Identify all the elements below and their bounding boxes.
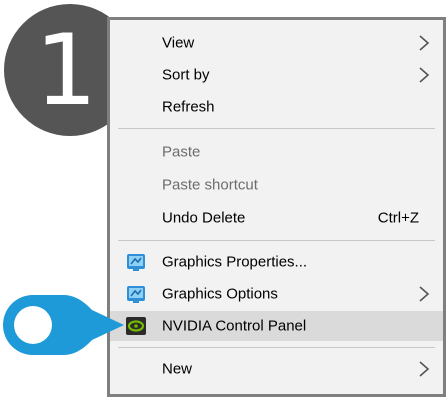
location-pin-pointer-icon <box>3 295 124 355</box>
menu-item-label: Undo Delete <box>162 209 246 227</box>
menu-item-label: Sort by <box>162 66 210 84</box>
intel-graphics-icon <box>127 254 145 271</box>
menu-separator <box>118 128 435 129</box>
menu-item-label: View <box>162 34 195 52</box>
menu-item-new[interactable]: New <box>110 354 443 384</box>
chevron-right-icon <box>419 286 430 302</box>
menu-item-label: New <box>162 360 193 378</box>
menu-item-graphics-properties[interactable]: Graphics Properties... <box>110 247 443 277</box>
menu-item-label: Refresh <box>162 98 215 116</box>
menu-item-sort-by[interactable]: Sort by <box>110 60 443 90</box>
menu-item-graphics-options[interactable]: Graphics Options <box>110 279 443 309</box>
chevron-right-icon <box>419 361 430 377</box>
menu-item-label: NVIDIA Control Panel <box>162 317 307 335</box>
desktop-context-menu: View Sort by Refresh Paste Paste shortcu… <box>107 17 446 397</box>
keyboard-shortcut: Ctrl+Z <box>377 209 419 227</box>
menu-separator <box>118 347 435 348</box>
menu-item-refresh[interactable]: Refresh <box>110 92 443 122</box>
menu-item-label: Paste <box>162 143 201 161</box>
menu-item-label: Graphics Properties... <box>162 253 308 271</box>
menu-item-paste[interactable]: Paste <box>110 137 443 167</box>
step-number: 1 <box>34 14 98 128</box>
menu-item-nvidia-control-panel[interactable]: NVIDIA Control Panel <box>110 311 443 341</box>
menu-separator <box>118 240 435 241</box>
menu-item-paste-shortcut[interactable]: Paste shortcut <box>110 170 443 200</box>
chevron-right-icon <box>419 67 430 83</box>
menu-item-view[interactable]: View <box>110 28 443 58</box>
menu-item-label: Paste shortcut <box>162 176 258 194</box>
menu-item-undo-delete[interactable]: Undo Delete Ctrl+Z <box>110 203 443 233</box>
chevron-right-icon <box>419 35 430 51</box>
menu-item-label: Graphics Options <box>162 285 278 303</box>
